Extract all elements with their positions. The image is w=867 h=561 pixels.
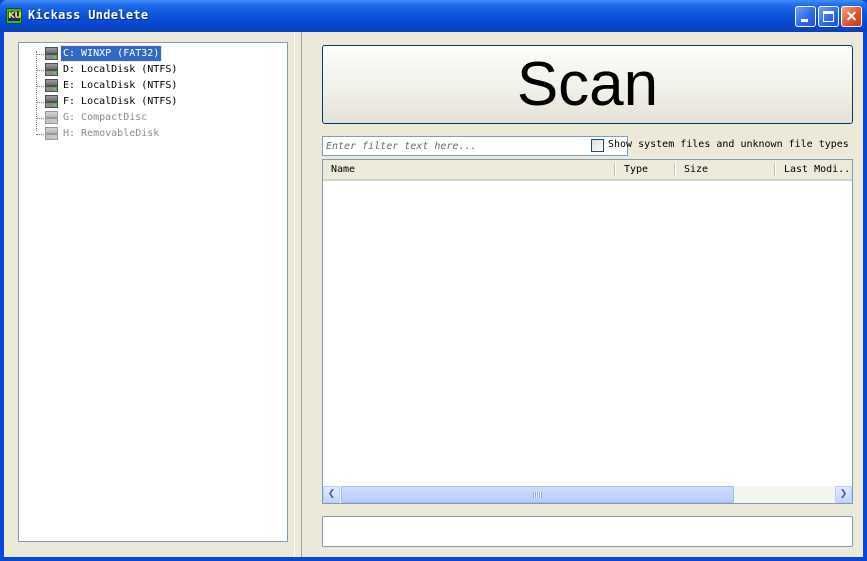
- tree-item-label[interactable]: D: LocalDisk (NTFS): [61, 62, 179, 77]
- maximize-icon: [823, 11, 834, 22]
- tree-item-c[interactable]: C: WINXP (FAT32): [19, 45, 279, 62]
- status-box: [322, 516, 853, 547]
- scroll-right-button[interactable]: ❯: [835, 486, 852, 503]
- tree-item-h[interactable]: H: RemovableDisk: [19, 126, 279, 142]
- drive-tree[interactable]: C: WINXP (FAT32) D: LocalDisk (NTFS) E: …: [18, 42, 288, 542]
- list-header: Name Type Size Last Modi..: [323, 160, 852, 181]
- hard-drive-icon: [45, 47, 58, 60]
- column-header-name[interactable]: Name: [323, 160, 614, 179]
- tree-item-label[interactable]: E: LocalDisk (NTFS): [61, 78, 179, 93]
- removable-drive-icon: [45, 127, 58, 140]
- tree-connector: [36, 118, 44, 119]
- tree-connector: [36, 134, 44, 135]
- tree-connector: [36, 86, 44, 87]
- grip-icon: [533, 492, 542, 498]
- minimize-icon: [801, 19, 808, 22]
- column-header-size[interactable]: Size: [676, 160, 774, 179]
- hard-drive-icon: [45, 95, 58, 108]
- minimize-button[interactable]: [795, 6, 816, 27]
- scroll-thumb[interactable]: [341, 486, 734, 503]
- column-header-last-modified[interactable]: Last Modi..: [776, 160, 852, 179]
- chevron-left-icon: ❮: [327, 489, 336, 499]
- tree-connector: [36, 102, 44, 103]
- window-title: Kickass Undelete: [28, 8, 149, 22]
- file-list[interactable]: Name Type Size Last Modi.. ❮ ❯: [322, 159, 853, 504]
- hard-drive-icon: [45, 63, 58, 76]
- tree-item-d[interactable]: D: LocalDisk (NTFS): [19, 62, 279, 78]
- show-system-files-label[interactable]: Show system files and unknown file types: [608, 138, 849, 152]
- maximize-button[interactable]: [818, 6, 839, 27]
- close-button[interactable]: [841, 6, 862, 27]
- hard-drive-icon: [45, 79, 58, 92]
- tree-item-f[interactable]: F: LocalDisk (NTFS): [19, 94, 279, 110]
- chevron-right-icon: ❯: [839, 489, 848, 499]
- tree-item-label[interactable]: G: CompactDisc: [61, 110, 149, 125]
- scan-button[interactable]: Scan: [322, 45, 853, 124]
- main-window: KU Kickass Undelete C: WINXP (FAT32) D: …: [0, 0, 867, 561]
- tree-item-label[interactable]: F: LocalDisk (NTFS): [61, 94, 179, 109]
- panel-splitter[interactable]: [294, 32, 302, 557]
- cd-drive-icon: [45, 111, 58, 124]
- close-icon: [842, 7, 861, 26]
- tree-connector: [36, 70, 44, 71]
- column-header-type[interactable]: Type: [616, 160, 674, 179]
- show-system-files-checkbox[interactable]: [591, 139, 604, 152]
- scroll-left-button[interactable]: ❮: [323, 486, 340, 503]
- app-icon: KU: [6, 8, 22, 24]
- tree-item-label[interactable]: H: RemovableDisk: [61, 126, 161, 141]
- tree-connector: [36, 54, 44, 55]
- tree-item-g[interactable]: G: CompactDisc: [19, 110, 279, 126]
- filter-input[interactable]: [322, 136, 628, 156]
- tree-item-label[interactable]: C: WINXP (FAT32): [59, 45, 163, 62]
- app-icon-text: KU: [8, 11, 22, 21]
- title-bar[interactable]: KU Kickass Undelete: [0, 0, 867, 32]
- horizontal-scrollbar[interactable]: ❮ ❯: [323, 486, 852, 503]
- client-area: C: WINXP (FAT32) D: LocalDisk (NTFS) E: …: [4, 32, 863, 557]
- tree-item-e[interactable]: E: LocalDisk (NTFS): [19, 78, 279, 94]
